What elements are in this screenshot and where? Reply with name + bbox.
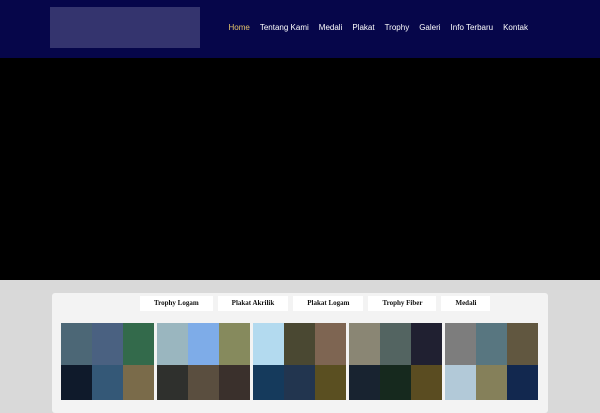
product-thumbnail[interactable] xyxy=(219,323,250,365)
hero-banner xyxy=(0,58,600,280)
product-thumbnail[interactable] xyxy=(92,323,123,365)
product-thumbnail[interactable] xyxy=(157,365,188,400)
product-thumbnail[interactable] xyxy=(315,365,346,400)
tab-medali[interactable]: Medali xyxy=(441,296,491,311)
product-thumbnail[interactable] xyxy=(188,365,219,400)
nav-medali[interactable]: Medali xyxy=(319,23,343,32)
product-thumbnail[interactable] xyxy=(411,365,442,400)
product-thumbnail[interactable] xyxy=(284,323,315,365)
product-thumbnail[interactable] xyxy=(476,365,507,400)
product-thumbnail[interactable] xyxy=(507,365,538,400)
product-thumbnail[interactable] xyxy=(253,323,284,365)
tab-plakat-akrilik[interactable]: Plakat Akrilik xyxy=(217,296,289,311)
nav-galeri[interactable]: Galeri xyxy=(419,23,440,32)
product-thumbnail[interactable] xyxy=(284,365,315,400)
nav-plakat[interactable]: Plakat xyxy=(352,23,374,32)
product-thumbnail[interactable] xyxy=(253,365,284,400)
product-thumbnail[interactable] xyxy=(61,365,92,400)
gallery-group xyxy=(157,323,250,400)
product-thumbnail[interactable] xyxy=(188,323,219,365)
product-thumbnail[interactable] xyxy=(123,365,154,400)
main-nav: Home Tentang Kami Medali Plakat Trophy G… xyxy=(229,23,528,32)
tab-plakat-logam[interactable]: Plakat Logam xyxy=(293,296,364,311)
gallery-group xyxy=(61,323,154,400)
product-thumbnail[interactable] xyxy=(123,323,154,365)
nav-kontak[interactable]: Kontak xyxy=(503,23,528,32)
product-thumbnail[interactable] xyxy=(380,365,411,400)
gallery-group xyxy=(445,323,538,400)
product-thumbnail[interactable] xyxy=(507,323,538,365)
site-logo[interactable] xyxy=(50,7,200,48)
product-thumbnail[interactable] xyxy=(61,323,92,365)
product-thumbnail[interactable] xyxy=(219,365,250,400)
product-thumbnail[interactable] xyxy=(157,323,188,365)
gallery-group xyxy=(253,323,346,400)
product-thumbnail[interactable] xyxy=(349,365,380,400)
product-thumbnail[interactable] xyxy=(411,323,442,365)
product-gallery xyxy=(61,323,538,400)
product-thumbnail[interactable] xyxy=(380,323,411,365)
nav-home[interactable]: Home xyxy=(229,23,250,32)
product-thumbnail[interactable] xyxy=(445,365,476,400)
gallery-group xyxy=(349,323,442,400)
product-tabs: Trophy Logam Plakat Akrilik Plakat Logam… xyxy=(140,296,491,311)
nav-tentang-kami[interactable]: Tentang Kami xyxy=(260,23,309,32)
product-thumbnail[interactable] xyxy=(476,323,507,365)
product-thumbnail[interactable] xyxy=(445,323,476,365)
tab-trophy-logam[interactable]: Trophy Logam xyxy=(140,296,213,311)
nav-info-terbaru[interactable]: Info Terbaru xyxy=(451,23,494,32)
product-thumbnail[interactable] xyxy=(315,323,346,365)
product-thumbnail[interactable] xyxy=(349,323,380,365)
site-header: Home Tentang Kami Medali Plakat Trophy G… xyxy=(0,0,600,58)
nav-trophy[interactable]: Trophy xyxy=(385,23,410,32)
tab-trophy-fiber[interactable]: Trophy Fiber xyxy=(368,296,437,311)
product-thumbnail[interactable] xyxy=(92,365,123,400)
